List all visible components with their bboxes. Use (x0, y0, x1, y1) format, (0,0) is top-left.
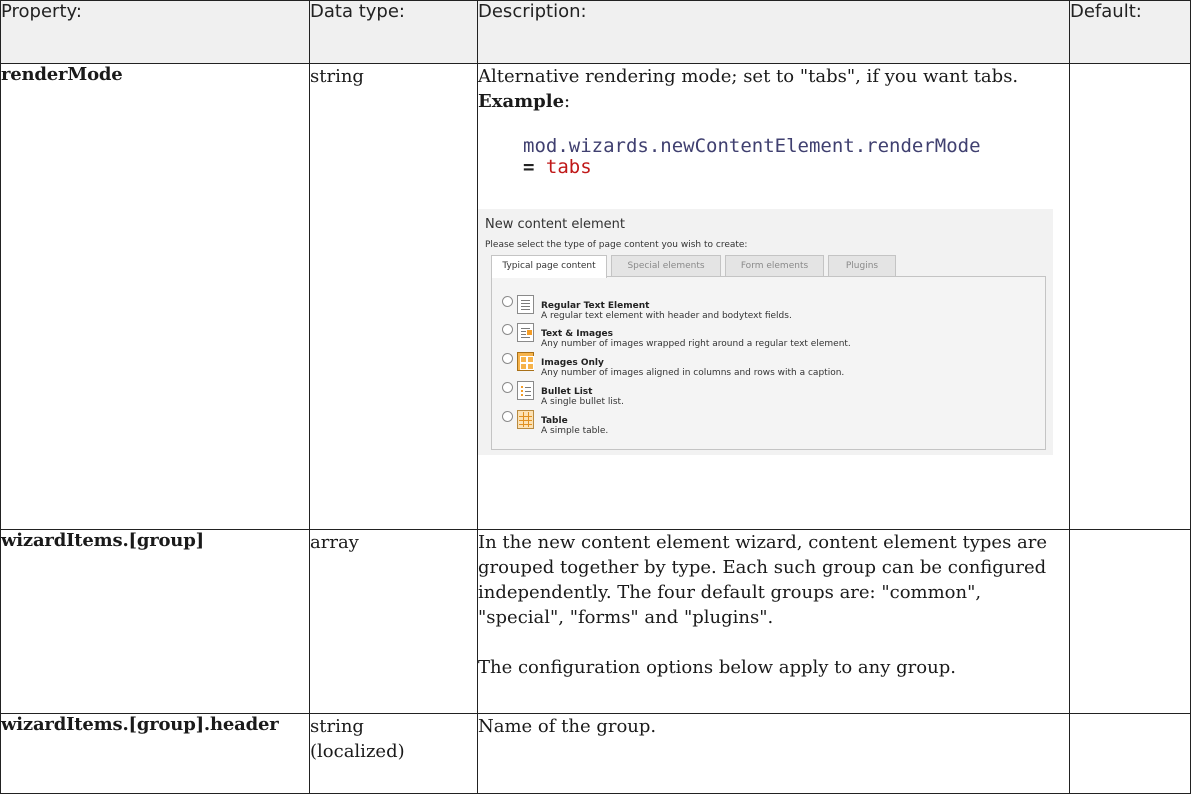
description-text: Alternative rendering mode; set to "tabs… (478, 66, 1019, 87)
reference-table: Property: Data type: Description: Defaul… (0, 0, 1191, 794)
column-header-description: Description: (477, 0, 1070, 64)
header-row: Property: Data type: Description: Defaul… (0, 0, 1191, 64)
default-cell (1069, 63, 1191, 530)
bullet-list-icon (517, 381, 534, 400)
radio-icon (502, 324, 513, 335)
text-icon (517, 295, 534, 314)
table-row: renderMode string Alternative rendering … (0, 63, 1191, 530)
column-header-property: Property: (0, 0, 310, 64)
example-label: Example (478, 91, 565, 112)
tab-typical-page-content: Typical page content (491, 255, 607, 278)
description-cell: In the new content element wizard, conte… (477, 529, 1070, 714)
radio-icon (502, 353, 513, 364)
description-cell: Alternative rendering mode; set to "tabs… (477, 63, 1070, 530)
images-icon (517, 352, 534, 371)
radio-icon (502, 382, 513, 393)
description-text-2: The configuration options below apply to… (478, 657, 956, 678)
data-type-cell: array (309, 529, 478, 714)
wizard-screenshot: New content element Please select the ty… (478, 209, 1053, 455)
code-example: mod.wizards.newContentElement.renderMode… (523, 136, 1069, 178)
column-header-default: Default: (1069, 0, 1191, 64)
example-heading: Example: (478, 89, 1069, 114)
table-icon (517, 410, 534, 429)
data-type-cell: string (309, 63, 478, 530)
property-cell: renderMode (0, 63, 310, 530)
tab-form-elements: Form elements (725, 255, 824, 276)
example-colon: : (564, 91, 571, 112)
column-header-data-type: Data type: (309, 0, 478, 64)
code-operator: = (523, 156, 535, 178)
tab-special-elements: Special elements (611, 255, 721, 276)
tab-plugins: Plugins (828, 255, 896, 276)
radio-icon (502, 411, 513, 422)
text-image-icon (517, 323, 534, 342)
item-desc: A simple table. (541, 426, 609, 436)
radio-icon (502, 296, 513, 307)
code-value: tabs (545, 156, 592, 178)
table-row: wizardItems.[group] array In the new con… (0, 529, 1191, 714)
description-text: In the new content element wizard, conte… (478, 532, 1048, 628)
property-cell: wizardItems.[group] (0, 529, 310, 714)
code-path: mod.wizards.newContentElement.renderMode (523, 135, 981, 157)
default-cell (1069, 529, 1191, 714)
screenshot-panel: Regular Text Element A regular text elem… (491, 276, 1046, 450)
